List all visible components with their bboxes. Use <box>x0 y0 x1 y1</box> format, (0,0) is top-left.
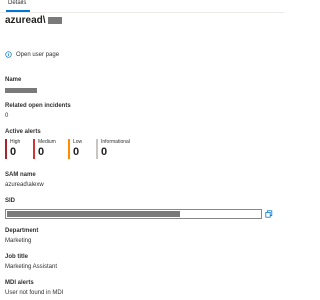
sam-name-label: SAM name <box>5 172 36 178</box>
open-user-page-link[interactable]: Open user page <box>5 51 59 58</box>
sid-label: SID <box>5 198 16 204</box>
mdi-alerts-value: User not found in MDI <box>5 290 64 296</box>
tab-divider <box>0 12 284 13</box>
related-incidents-value: 0 <box>5 113 9 119</box>
alert-informational-label: Informational <box>101 139 130 145</box>
name-value-redacted <box>5 88 37 93</box>
job-title-label: Job title <box>5 254 29 260</box>
name-label: Name <box>5 77 22 83</box>
open-user-page-label: Open user page <box>16 51 60 58</box>
mdi-alerts-label: MDI alerts <box>5 280 34 286</box>
page-title: azuread\ <box>5 15 62 26</box>
copy-icon[interactable] <box>265 210 273 218</box>
alert-informational-count: 0 <box>101 146 108 158</box>
sam-name-value: azuread\alexw <box>5 182 44 188</box>
sid-field[interactable] <box>5 209 262 219</box>
sid-value-redacted <box>7 211 180 217</box>
alert-informational: Informational 0 <box>96 139 145 159</box>
page-title-text: azuread\ <box>5 15 46 26</box>
active-alerts-label: Active alerts <box>5 129 41 135</box>
related-incidents-label: Related open incidents <box>5 103 71 109</box>
info-icon <box>5 51 12 58</box>
alert-medium: Medium 0 <box>33 139 68 159</box>
alert-medium-count: 0 <box>38 146 45 158</box>
department-label: Department <box>5 228 39 234</box>
alert-medium-label: Medium <box>38 139 56 145</box>
job-title-value: Marketing Assistant <box>5 264 58 270</box>
department-value: Marketing <box>5 238 32 244</box>
tab-details[interactable]: Details <box>6 0 28 9</box>
redacted-username <box>47 17 62 24</box>
